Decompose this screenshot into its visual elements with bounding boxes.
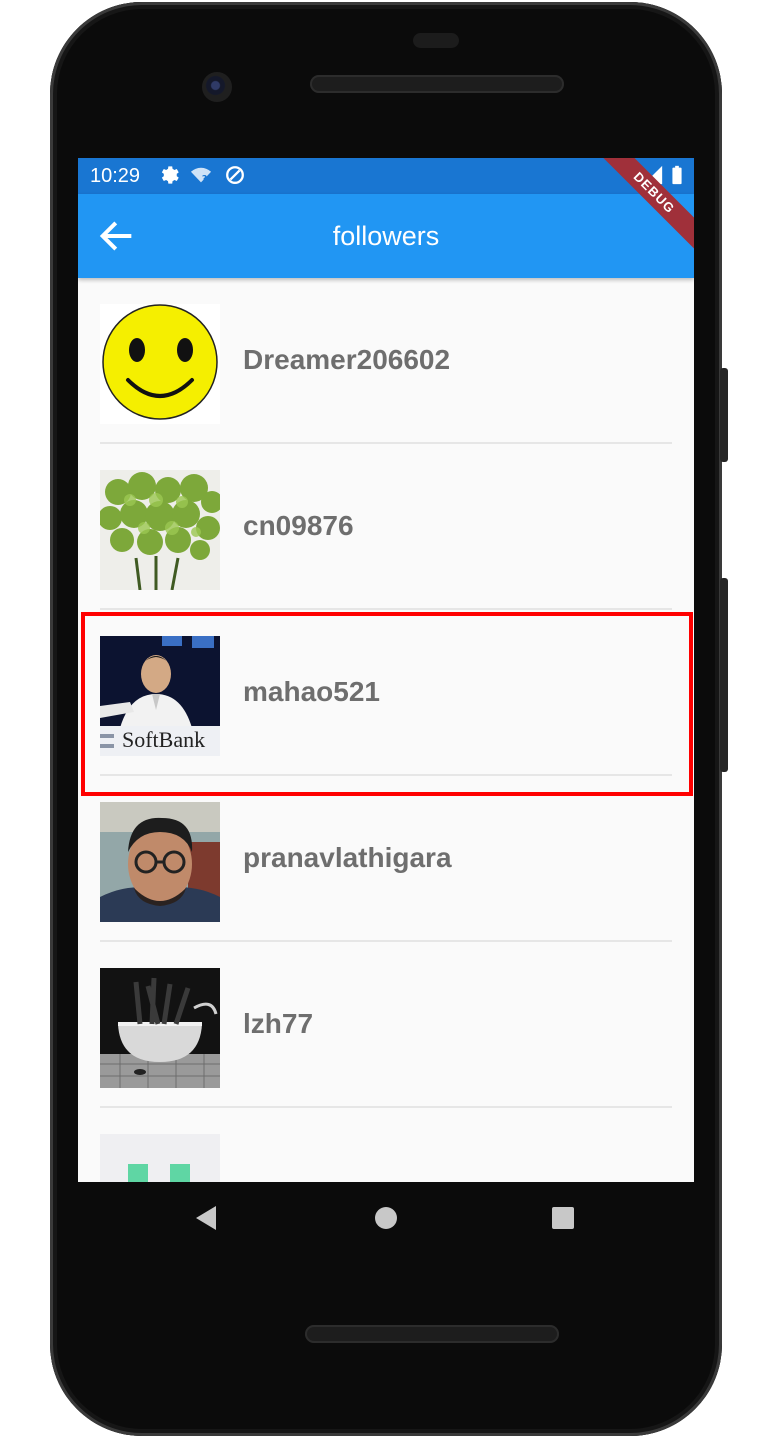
softbank-logo-text: SoftBank <box>122 727 206 752</box>
green-flowers-image <box>100 470 220 590</box>
list-item[interactable]: pranavlathigara <box>78 776 694 942</box>
recents-square-icon[interactable] <box>547 1202 579 1234</box>
front-camera <box>202 72 232 102</box>
username: Dreamer206602 <box>243 344 451 375</box>
username: cn09876 <box>243 510 354 541</box>
app-screen: 10:29 ? followers DEBUG Dreamer206602 cn… <box>78 158 694 1182</box>
back-triangle-icon[interactable] <box>190 1202 222 1234</box>
page-title: followers <box>332 221 440 251</box>
avatar <box>100 470 220 590</box>
top-speaker-grille <box>310 75 564 93</box>
avatar <box>100 802 220 922</box>
avatar: SoftBank <box>100 636 220 756</box>
smiley-face-image <box>102 304 218 420</box>
list-item[interactable]: SoftBank mahao521 <box>78 610 694 776</box>
avatar <box>100 1134 220 1182</box>
battery-icon <box>672 165 682 185</box>
list-item[interactable]: Dreamer206602 <box>78 278 694 444</box>
avatar <box>100 968 220 1088</box>
data-saver-icon <box>226 166 244 184</box>
status-time: 10:29 <box>90 165 141 187</box>
wifi-question-icon: ? <box>190 167 212 184</box>
earpiece-slot <box>413 33 459 48</box>
status-bar: 10:29 ? <box>78 158 694 194</box>
app-bar: followers <box>78 194 694 278</box>
svg-text:?: ? <box>202 173 207 184</box>
power-button <box>720 368 728 462</box>
home-circle-icon[interactable] <box>370 1202 402 1234</box>
username: lzh77 <box>243 1008 314 1039</box>
arrow-left-icon[interactable] <box>96 216 136 256</box>
username: mahao521 <box>243 676 380 707</box>
green-identicon-image <box>100 1134 220 1182</box>
list-item[interactable] <box>78 1108 694 1182</box>
volume-button <box>720 578 728 772</box>
avatar <box>100 304 220 424</box>
list-item[interactable]: cn09876 <box>78 444 694 610</box>
bathtub-photo-image <box>100 968 220 1088</box>
gear-icon <box>161 166 179 184</box>
list-item[interactable]: lzh77 <box>78 942 694 1108</box>
system-nav-bar <box>78 1182 694 1254</box>
bottom-speaker-grille <box>305 1325 559 1343</box>
man-with-glasses-image <box>100 802 220 922</box>
username: pranavlathigara <box>243 842 452 873</box>
